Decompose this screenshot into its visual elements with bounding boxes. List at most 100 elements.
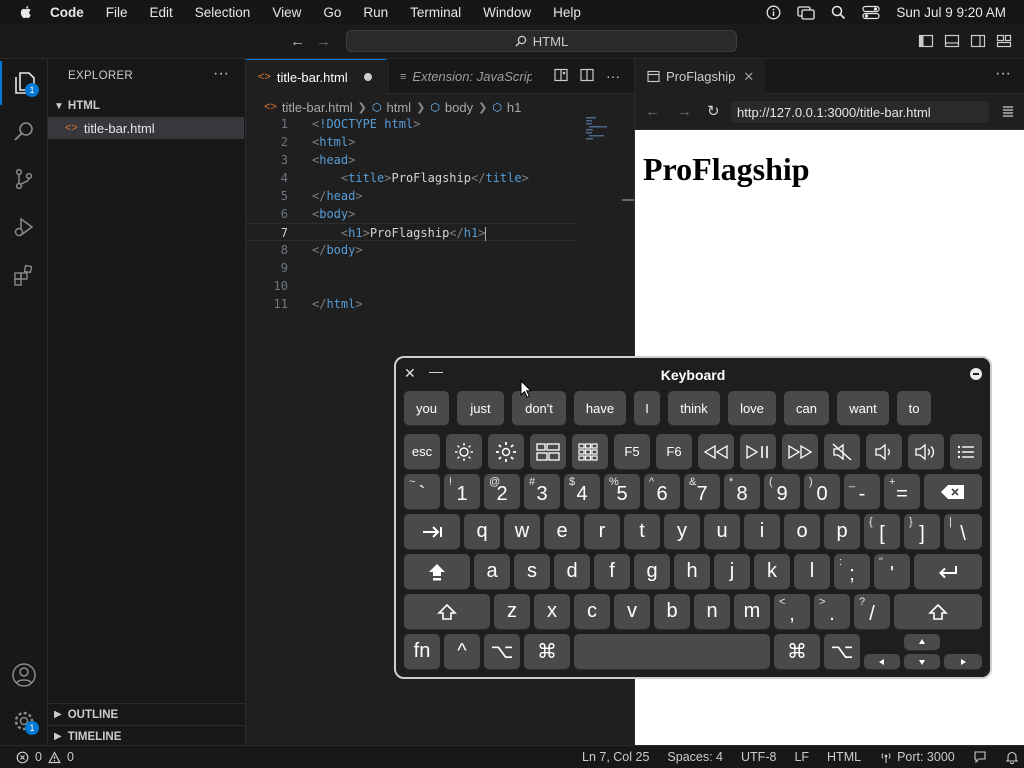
menu-file[interactable]: File xyxy=(106,5,128,20)
back-arrow-icon[interactable]: ← xyxy=(645,103,660,120)
menu-terminal[interactable]: Terminal xyxy=(410,5,461,20)
key-tab[interactable] xyxy=(404,514,460,549)
preview-more-actions-icon[interactable]: ··· xyxy=(995,65,1011,83)
forward-arrow-icon[interactable]: → xyxy=(316,33,331,50)
editor-more-actions-icon[interactable]: ··· xyxy=(606,68,620,84)
key-left-bracket[interactable]: {[ xyxy=(864,514,900,549)
split-editor-icon[interactable] xyxy=(580,68,594,82)
key-equals[interactable]: + = xyxy=(884,474,920,509)
menu-help[interactable]: Help xyxy=(553,5,581,20)
key-a[interactable]: a xyxy=(474,554,510,589)
tab-title-bar-html[interactable]: <> title-bar.html xyxy=(246,59,386,94)
key-b[interactable]: b xyxy=(654,594,690,629)
menu-window[interactable]: Window xyxy=(483,5,531,20)
key-command-left[interactable]: ⌘ xyxy=(524,634,570,669)
key-3[interactable]: #3 xyxy=(524,474,560,509)
key-fn[interactable]: fn xyxy=(404,634,440,669)
key-8[interactable]: * 8 xyxy=(724,474,760,509)
key-option-left[interactable]: ⌥ xyxy=(484,634,520,669)
file-title-bar-html[interactable]: <> title-bar.html xyxy=(48,117,244,139)
menu-run[interactable]: Run xyxy=(363,5,388,20)
key-rewind[interactable] xyxy=(698,434,734,469)
reload-icon[interactable]: ↻ xyxy=(707,102,720,120)
screen-mirroring-icon[interactable] xyxy=(797,5,816,20)
key-backslash[interactable]: | \ xyxy=(944,514,982,549)
toggle-secondary-sidebar-icon[interactable] xyxy=(970,33,986,49)
key-arrow-down[interactable] xyxy=(904,654,940,669)
key-q[interactable]: q xyxy=(464,514,500,549)
key-arrow-up[interactable] xyxy=(904,634,940,650)
key-v[interactable]: v xyxy=(614,594,650,629)
key-s[interactable]: s xyxy=(514,554,550,589)
info-icon[interactable] xyxy=(766,5,781,20)
key-n[interactable]: n xyxy=(694,594,730,629)
problems-indicator[interactable]: 0 0 xyxy=(16,750,74,764)
scrollbar-marker[interactable] xyxy=(622,199,634,201)
key-esc[interactable]: esc xyxy=(404,434,440,469)
key-fast-forward[interactable] xyxy=(782,434,818,469)
activity-explorer[interactable]: 1 xyxy=(0,61,48,105)
hamburger-menu-icon[interactable] xyxy=(1001,104,1015,118)
key-e[interactable]: e xyxy=(544,514,580,549)
key-f5[interactable]: F5 xyxy=(614,434,650,469)
customize-layout-icon[interactable] xyxy=(996,33,1012,49)
key-t[interactable]: t xyxy=(624,514,660,549)
key-delete[interactable] xyxy=(924,474,982,509)
menu-go[interactable]: Go xyxy=(323,5,341,20)
tab-extension-javascript[interactable]: ≡ Extension: JavaScript xyxy=(387,59,547,94)
key-arrow-left[interactable] xyxy=(864,654,900,669)
notifications-bell-icon[interactable] xyxy=(1005,750,1019,764)
key-p[interactable]: p xyxy=(824,514,860,549)
encoding[interactable]: UTF-8 xyxy=(741,750,776,764)
key-command-right[interactable]: ⌘ xyxy=(774,634,820,669)
menu-edit[interactable]: Edit xyxy=(150,5,173,20)
activity-manage[interactable]: 1 xyxy=(0,699,48,743)
key-option-right[interactable]: ⌥ xyxy=(824,634,860,669)
key-return[interactable] xyxy=(914,554,982,589)
outline-section[interactable]: ▶ OUTLINE xyxy=(48,703,246,725)
menu-view[interactable]: View xyxy=(272,5,301,20)
command-center-search[interactable]: HTML xyxy=(346,30,737,52)
explorer-more-button[interactable]: ··· xyxy=(213,65,229,83)
indentation[interactable]: Spaces: 4 xyxy=(667,750,723,764)
suggestion-key[interactable]: have xyxy=(574,391,626,425)
key-m[interactable]: m xyxy=(734,594,770,629)
key-l[interactable]: l xyxy=(794,554,830,589)
key-period[interactable]: >. xyxy=(814,594,850,629)
end-of-line[interactable]: LF xyxy=(794,750,809,764)
key-y[interactable]: y xyxy=(664,514,700,549)
activity-run-debug[interactable] xyxy=(0,205,48,249)
suggestion-key[interactable]: just xyxy=(457,391,504,425)
toggle-panel-icon[interactable] xyxy=(944,33,960,49)
keyboard-options-button[interactable] xyxy=(970,368,982,380)
activity-search[interactable] xyxy=(0,109,48,153)
suggestion-key[interactable]: you xyxy=(404,391,449,425)
key-g[interactable]: g xyxy=(634,554,670,589)
breadcrumb-body[interactable]: body xyxy=(445,100,473,115)
open-preview-icon[interactable] xyxy=(554,68,568,82)
tab-preview[interactable]: ProFlagship ✕ xyxy=(635,59,765,94)
key-0[interactable]: ) 0 xyxy=(804,474,840,509)
key-w[interactable]: w xyxy=(504,514,540,549)
key-4[interactable]: $4 xyxy=(564,474,600,509)
key-slash[interactable]: ? / xyxy=(854,594,890,629)
key-i[interactable]: i xyxy=(744,514,780,549)
close-icon[interactable]: ✕ xyxy=(743,69,754,85)
menu-selection[interactable]: Selection xyxy=(195,5,251,20)
key-f[interactable]: f xyxy=(594,554,630,589)
suggestion-key[interactable]: to xyxy=(897,391,931,425)
key-2[interactable]: @2 xyxy=(484,474,520,509)
minimap[interactable] xyxy=(584,115,624,145)
key-f6[interactable]: F6 xyxy=(656,434,692,469)
key-mission-control[interactable] xyxy=(530,434,566,469)
folder-html[interactable]: ▼ HTML xyxy=(48,95,246,117)
key-backtick[interactable]: ~ ` xyxy=(404,474,440,509)
key-5[interactable]: % 5 xyxy=(604,474,640,509)
key-o[interactable]: o xyxy=(784,514,820,549)
breadcrumb-file[interactable]: title-bar.html xyxy=(282,100,353,115)
code-editor[interactable]: 1 <!DOCTYPE html> 2 <html> 3 <head> 4 <titl… xyxy=(246,115,576,313)
control-center-icon[interactable] xyxy=(862,5,881,20)
key-6[interactable]: ^ 6 xyxy=(644,474,680,509)
suggestion-key[interactable]: love xyxy=(728,391,776,425)
back-arrow-icon[interactable]: ← xyxy=(290,33,305,50)
